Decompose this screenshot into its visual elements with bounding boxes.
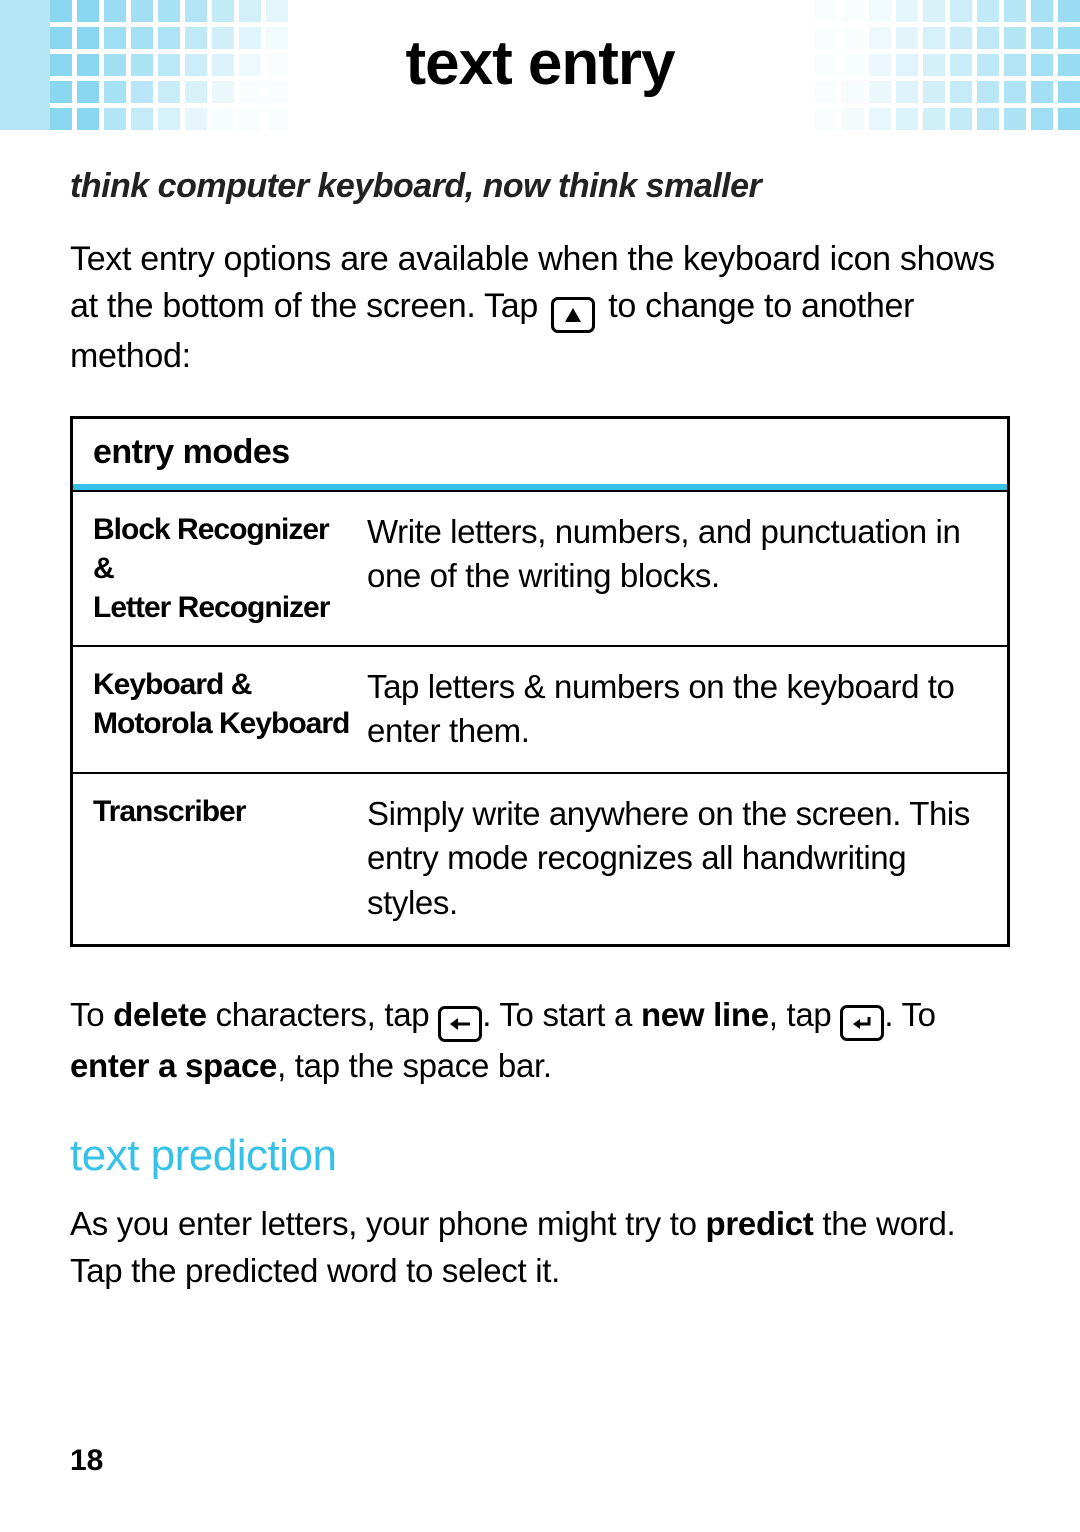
decoration-top-right: (function(){ var holder=document.current… bbox=[815, 0, 1080, 130]
instructions-paragraph: To delete characters, tap . To start a n… bbox=[70, 991, 1010, 1090]
entry-modes-table: entry modes Block Recognizer & Letter Re… bbox=[70, 416, 1010, 947]
intro-paragraph: Text entry options are available when th… bbox=[70, 236, 1010, 380]
table-row: Transcriber Simply write anywhere on the… bbox=[73, 772, 1007, 944]
text-prediction-body: As you enter letters, your phone might t… bbox=[70, 1201, 1010, 1293]
table-row: Keyboard & Motorola Keyboard Tap letters… bbox=[73, 645, 1007, 772]
page-subtitle: think computer keyboard, now think small… bbox=[70, 167, 1010, 206]
row-label: Block Recognizer & Letter Recognizer bbox=[73, 492, 363, 645]
row-description: Tap letters & numbers on the keyboard to… bbox=[363, 647, 1007, 772]
text-prediction-heading: text prediction bbox=[70, 1131, 1010, 1181]
up-triangle-icon bbox=[551, 297, 595, 333]
decoration-top-left: (function(){ var holder=document.current… bbox=[0, 0, 265, 130]
return-arrow-icon bbox=[840, 1005, 884, 1041]
row-label: Keyboard & Motorola Keyboard bbox=[73, 647, 363, 772]
row-label: Transcriber bbox=[73, 774, 363, 944]
table-header: entry modes bbox=[73, 419, 1007, 490]
row-description: Simply write anywhere on the screen. Thi… bbox=[363, 774, 1007, 944]
row-description: Write letters, numbers, and punctuation … bbox=[363, 492, 1007, 645]
table-row: Block Recognizer & Letter Recognizer Wri… bbox=[73, 490, 1007, 645]
back-arrow-icon bbox=[438, 1006, 482, 1042]
page-number: 18 bbox=[70, 1444, 103, 1478]
